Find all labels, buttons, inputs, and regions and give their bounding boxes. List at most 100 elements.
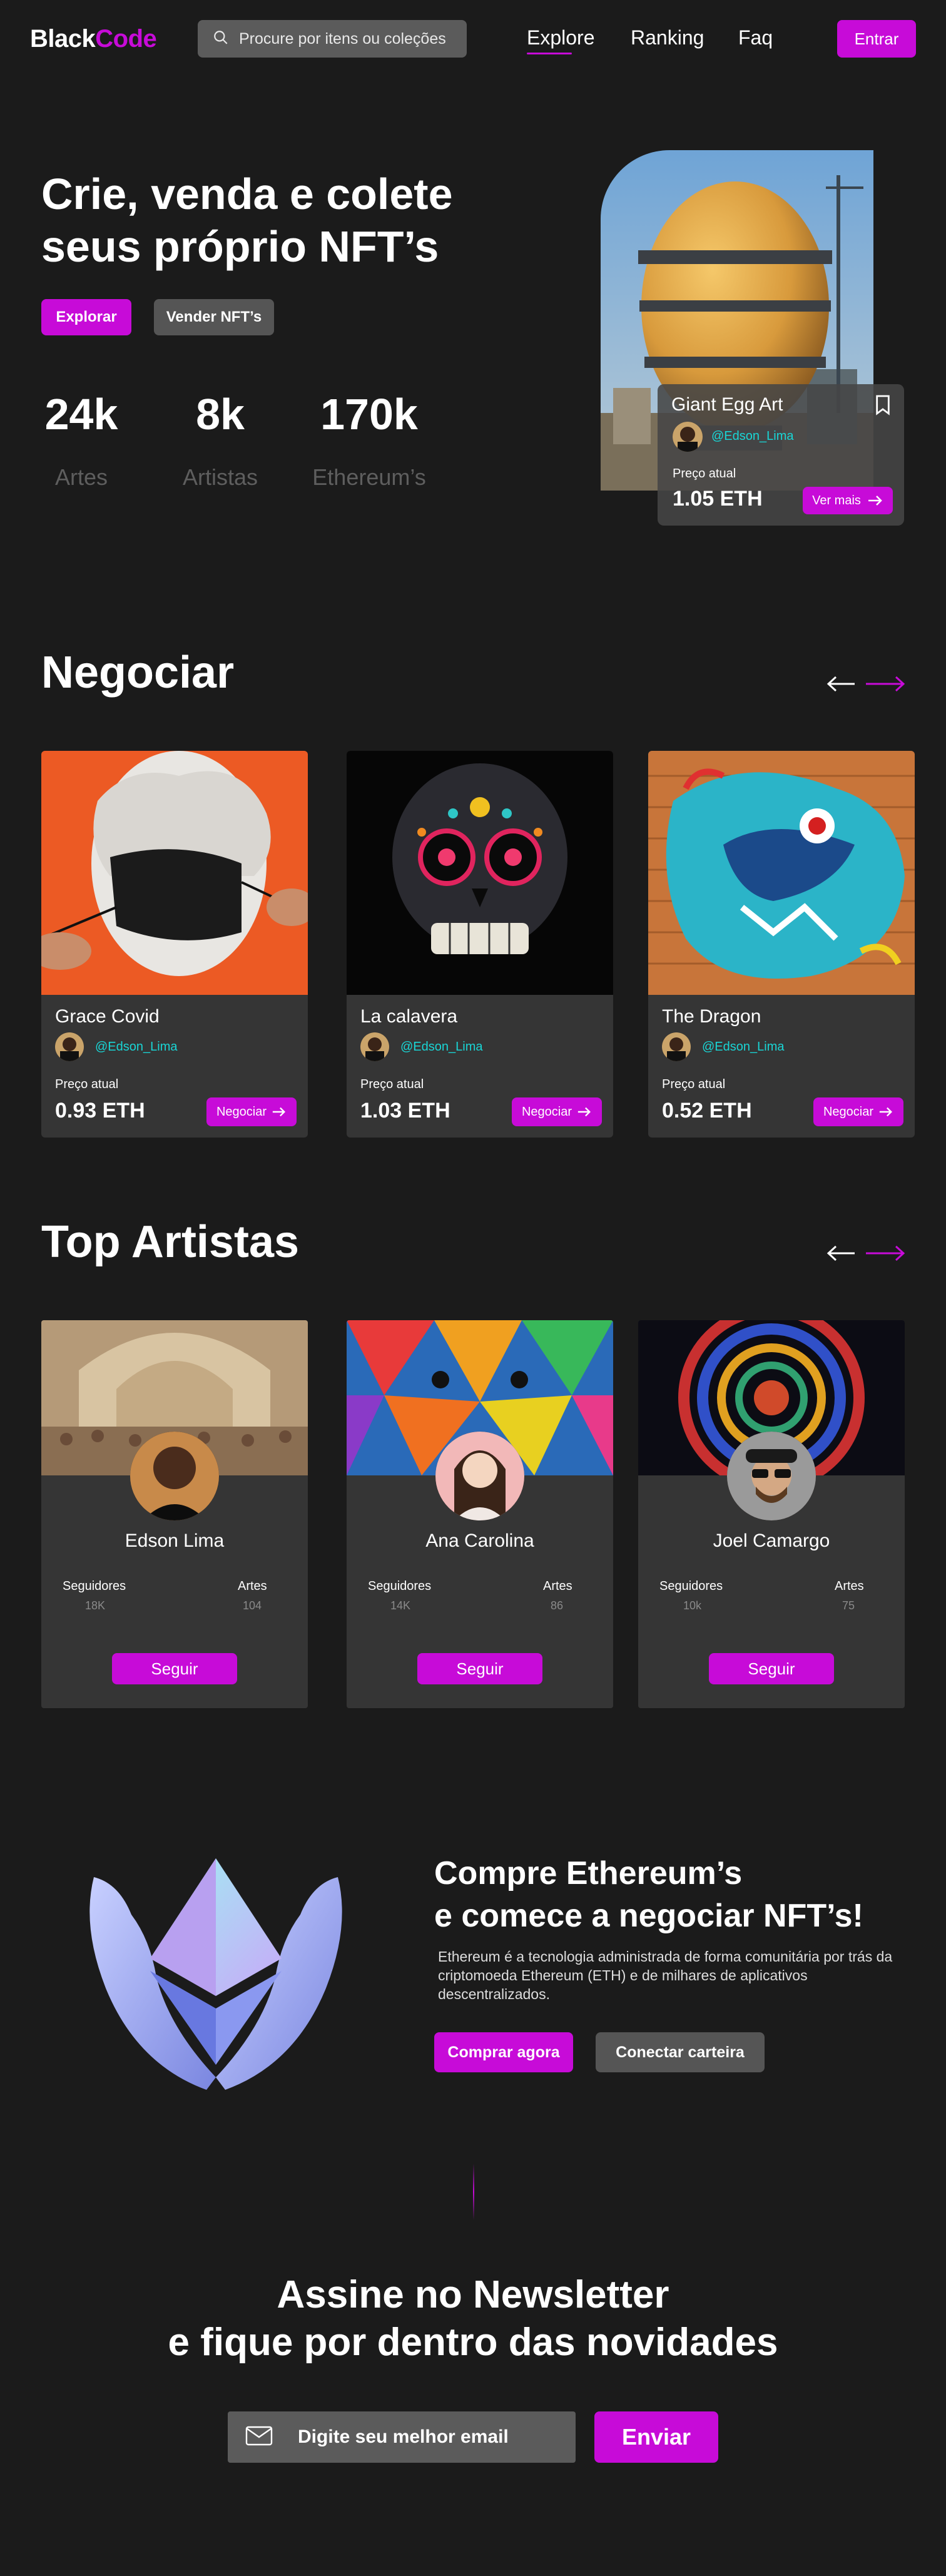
newsletter-title-line2: e fique por dentro das novidades	[168, 2321, 778, 2364]
creator-avatar	[360, 1032, 389, 1061]
explore-button[interactable]: Explorar	[41, 299, 131, 335]
creator-username[interactable]: @Edson_Lima	[95, 1040, 177, 1054]
nft-image-the-dragon	[648, 751, 915, 995]
stat-arts-value: 24k	[44, 390, 118, 439]
ethereum-title: Compre Ethereum’s e comece a negociar NF…	[434, 1852, 910, 1937]
nav-active-indicator	[527, 53, 572, 54]
followers-label: Seguidores	[368, 1579, 432, 1593]
logo-code: Code	[95, 25, 157, 53]
featured-price: 1.05 ETH	[673, 487, 763, 511]
arts-value: 104	[243, 1599, 262, 1612]
price-value: 0.93 ETH	[55, 1099, 145, 1123]
artist-card-edson-lima[interactable]: Edson Lima Seguidores 18K Artes 104 Segu…	[41, 1320, 308, 1708]
arts-value: 86	[551, 1599, 564, 1612]
ethereum-hands-illustration	[81, 1840, 350, 2105]
nav-ranking[interactable]: Ranking	[631, 26, 704, 49]
follow-button[interactable]: Seguir	[417, 1653, 542, 1684]
nft-name: La calavera	[360, 1006, 458, 1027]
arrow-right-icon	[272, 1107, 286, 1117]
trade-button[interactable]: Negociar	[512, 1097, 602, 1126]
stat-eth-value: 170k	[320, 390, 418, 439]
nft-name: The Dragon	[662, 1006, 761, 1027]
followers-label: Seguidores	[63, 1579, 126, 1593]
ethereum-description: Ethereum é a tecnologia administrada de …	[438, 1948, 893, 2002]
nft-name: Grace Covid	[55, 1006, 160, 1027]
followers-label: Seguidores	[659, 1579, 723, 1593]
trade-section-title: Negociar	[41, 648, 235, 698]
stat-arts-label: Artes	[54, 464, 108, 490]
email-input[interactable]	[298, 2426, 561, 2448]
stat-artists-value: 8k	[196, 390, 245, 439]
artist-avatar	[435, 1432, 524, 1520]
see-more-button[interactable]: Ver mais	[803, 487, 893, 514]
nft-card-la-calavera[interactable]: La calavera @Edson_Lima Preço atual 1.03…	[347, 751, 613, 1138]
arrow-left-icon[interactable]	[826, 1244, 856, 1266]
featured-creator-avatar	[673, 422, 703, 452]
buy-now-button[interactable]: Comprar agora	[434, 2032, 573, 2072]
featured-creator-username[interactable]: @Edson_Lima	[711, 429, 793, 444]
hero-title: Crie, venda e colete seus próprio NFT’s	[41, 168, 529, 273]
creator-avatar	[55, 1032, 84, 1061]
stat-eth-label: Ethereum’s	[312, 464, 426, 490]
trade-button[interactable]: Negociar	[206, 1097, 297, 1126]
bookmark-icon[interactable]	[874, 394, 892, 419]
trade-button-label: Negociar	[823, 1104, 874, 1119]
price-value: 1.03 ETH	[360, 1099, 450, 1123]
price-label: Preço atual	[55, 1077, 119, 1091]
logo-black: Black	[30, 25, 96, 53]
see-more-label: Ver mais	[812, 493, 861, 507]
trade-button-label: Negociar	[216, 1104, 267, 1119]
hero-title-line2: seus próprio NFT’s	[41, 222, 439, 271]
artist-card-ana-carolina[interactable]: Ana Carolina Seguidores 14K Artes 86 Seg…	[347, 1320, 613, 1708]
follow-button[interactable]: Seguir	[709, 1653, 834, 1684]
ethereum-title-line1: Compre Ethereum’s	[434, 1855, 743, 1891]
hero-title-line1: Crie, venda e colete	[41, 170, 453, 218]
arrow-left-icon[interactable]	[826, 675, 856, 696]
featured-price-label: Preço atual	[673, 467, 736, 481]
newsletter-email-field[interactable]	[228, 2411, 576, 2463]
logo[interactable]: BlackCode	[30, 25, 157, 53]
newsletter-title-line1: Assine no Newsletter	[277, 2273, 669, 2316]
nft-card-grace-covid[interactable]: Grace Covid @Edson_Lima Preço atual 0.93…	[41, 751, 308, 1138]
arts-label: Artes	[543, 1579, 572, 1593]
nft-image-grace-covid	[41, 751, 308, 995]
price-value: 0.52 ETH	[662, 1099, 752, 1123]
nft-card-the-dragon[interactable]: The Dragon @Edson_Lima Preço atual 0.52 …	[648, 751, 915, 1138]
arts-label: Artes	[238, 1579, 267, 1593]
artist-card-joel-camargo[interactable]: Joel Camargo Seguidores 10k Artes 75 Seg…	[638, 1320, 905, 1708]
mail-icon	[245, 2426, 273, 2449]
creator-username[interactable]: @Edson_Lima	[400, 1040, 482, 1054]
price-label: Preço atual	[662, 1077, 726, 1091]
followers-value: 14K	[390, 1599, 411, 1612]
arts-value: 75	[842, 1599, 855, 1612]
sell-nft-button[interactable]: Vender NFT’s	[154, 299, 274, 335]
arrow-right-icon[interactable]	[865, 1244, 906, 1266]
artist-name: Joel Camargo	[713, 1530, 830, 1551]
arrow-right-icon	[577, 1107, 591, 1117]
price-label: Preço atual	[360, 1077, 424, 1091]
login-button[interactable]: Entrar	[837, 20, 916, 58]
featured-nft-card[interactable]: Giant Egg Art @Edson_Lima Preço atual 1.…	[658, 384, 904, 526]
nav-explore[interactable]: Explore	[527, 26, 595, 49]
nav-faq[interactable]: Faq	[738, 26, 773, 49]
arrow-right-icon[interactable]	[865, 675, 906, 696]
stat-artists-label: Artistas	[182, 464, 258, 490]
artist-name: Ana Carolina	[425, 1530, 534, 1551]
ethereum-title-line2: e comece a negociar NFT’s!	[434, 1898, 863, 1934]
creator-avatar	[662, 1032, 691, 1061]
send-button[interactable]: Enviar	[594, 2411, 718, 2463]
artist-avatar	[727, 1432, 816, 1520]
creator-username[interactable]: @Edson_Lima	[702, 1040, 784, 1054]
followers-value: 10k	[683, 1599, 702, 1612]
followers-value: 18K	[85, 1599, 106, 1612]
newsletter-title: Assine no Newsletter e fique por dentro …	[0, 2271, 946, 2366]
connect-wallet-button[interactable]: Conectar carteira	[596, 2032, 765, 2072]
search-bar[interactable]	[198, 20, 467, 58]
search-icon	[213, 29, 229, 49]
arrow-right-icon	[868, 496, 882, 506]
trade-button[interactable]: Negociar	[813, 1097, 903, 1126]
follow-button[interactable]: Seguir	[112, 1653, 237, 1684]
arrow-right-icon	[879, 1107, 893, 1117]
artists-section-title: Top Artistas	[41, 1217, 300, 1267]
search-input[interactable]	[239, 29, 452, 48]
